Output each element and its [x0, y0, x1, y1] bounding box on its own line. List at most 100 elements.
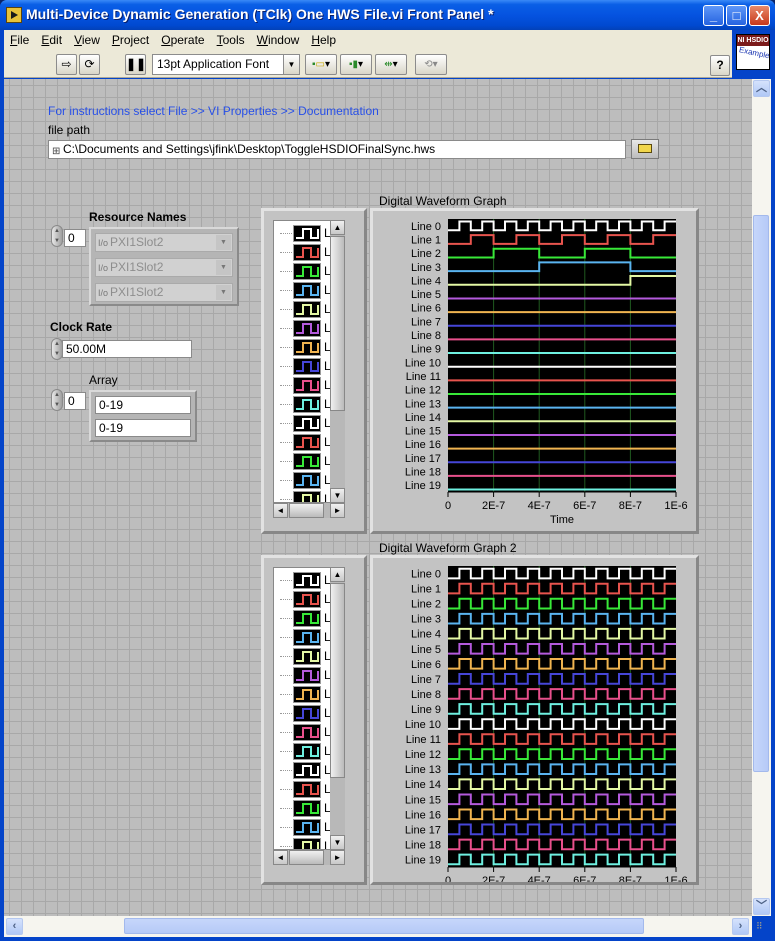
vi-connector-icon[interactable]: NI HSDIO Example: [736, 34, 770, 70]
plot-swatch-icon[interactable]: [293, 819, 321, 836]
scroll-thumb[interactable]: [330, 583, 345, 778]
waveform-line-9: [448, 703, 676, 715]
menu-project[interactable]: Project: [106, 30, 155, 47]
plot-swatch-icon[interactable]: [293, 472, 321, 489]
resource-name-select[interactable]: I/o PXI1Slot2 ▼: [95, 283, 233, 302]
scroll-thumb[interactable]: [289, 503, 324, 518]
plot-swatch-icon[interactable]: [293, 800, 321, 817]
browse-button[interactable]: [631, 139, 659, 159]
align-objects-icon[interactable]: ▪▭▾: [305, 54, 337, 75]
plot-swatch-icon[interactable]: [293, 491, 321, 502]
title-bar[interactable]: Multi-Device Dynamic Generation (TClk) O…: [0, 0, 775, 30]
menu-tools[interactable]: Tools: [211, 30, 251, 47]
scroll-right-arrow-icon[interactable]: ►: [330, 503, 345, 518]
plot-swatch-icon[interactable]: [293, 301, 321, 318]
resource-index-input[interactable]: 0: [64, 229, 86, 247]
plot-swatch-icon[interactable]: [293, 838, 321, 849]
array-index-input[interactable]: 0: [64, 392, 86, 410]
plot-swatch-icon[interactable]: [293, 610, 321, 627]
font-select[interactable]: 13pt Application Font ▼: [152, 54, 300, 75]
plot-swatch-icon[interactable]: [293, 724, 321, 741]
graph1-svg[interactable]: 0 2E-7 4E-7 6E-7 8E-7 1E-6 Time Line 0Line 1 Lin…: [373, 211, 696, 531]
resource-name-select[interactable]: I/o PXI1Slot2 ▼: [95, 233, 233, 252]
run-arrow-icon[interactable]: ⇨: [56, 54, 77, 75]
menu-edit[interactable]: Edit: [35, 30, 68, 47]
graph2-svg[interactable]: 02E-74E-76E-78E-71E-6TimeLine 0Line 1Lin…: [373, 558, 696, 901]
plot-swatch-icon[interactable]: [293, 781, 321, 798]
maximize-button[interactable]: □: [726, 5, 747, 26]
plot-swatch-icon[interactable]: [293, 244, 321, 261]
scroll-down-arrow-icon[interactable]: ▼: [330, 835, 345, 850]
plot-swatch-icon[interactable]: [293, 591, 321, 608]
graph1-panel: 0 2E-7 4E-7 6E-7 8E-7 1E-6 Time Line 0 Line 1 Lin…: [370, 208, 699, 534]
plot-swatch-icon[interactable]: [293, 415, 321, 432]
x-tick-label: 6E-7: [573, 500, 596, 512]
plot-swatch-icon[interactable]: [293, 667, 321, 684]
plot-swatch-icon[interactable]: [293, 377, 321, 394]
minimize-button[interactable]: _: [703, 5, 724, 26]
waveform-line-6: [448, 658, 676, 670]
legend-vertical-scrollbar[interactable]: ▲ ▼: [330, 220, 345, 503]
plot-swatch-icon[interactable]: [293, 648, 321, 665]
resize-grip-icon[interactable]: ⠿: [756, 921, 770, 935]
scroll-down-arrow-icon[interactable]: ﹀: [753, 898, 770, 915]
window-horizontal-scrollbar[interactable]: ‹ ›: [4, 916, 752, 937]
vertical-scroll-thumb[interactable]: [753, 215, 769, 772]
tree-connector: [280, 770, 292, 771]
scroll-left-arrow-icon[interactable]: ‹: [6, 918, 23, 935]
plot-swatch-icon[interactable]: [293, 705, 321, 722]
scroll-down-arrow-icon[interactable]: ▼: [330, 488, 345, 503]
plot-swatch-icon[interactable]: [293, 320, 321, 337]
array-index-spinner[interactable]: ▲ ▼: [51, 389, 63, 411]
array-element-input[interactable]: 0-19: [95, 396, 191, 414]
plot-swatch-icon[interactable]: [293, 339, 321, 356]
run-continuously-icon[interactable]: ⟳: [79, 54, 100, 75]
legend-horizontal-scrollbar[interactable]: ◄ ►: [273, 850, 345, 865]
menu-view[interactable]: View: [68, 30, 106, 47]
scroll-right-arrow-icon[interactable]: ›: [732, 918, 749, 935]
scroll-up-arrow-icon[interactable]: ▲: [330, 567, 345, 582]
scroll-thumb[interactable]: [330, 236, 345, 411]
scroll-up-arrow-icon[interactable]: ▲: [330, 220, 345, 235]
plot-swatch-icon[interactable]: [293, 434, 321, 451]
scroll-thumb[interactable]: [289, 850, 324, 865]
window-vertical-scrollbar[interactable]: ︿ ﹀: [752, 79, 771, 916]
plot-swatch-icon[interactable]: [293, 572, 321, 589]
plot-swatch-icon[interactable]: [293, 629, 321, 646]
legend-horizontal-scrollbar[interactable]: ◄ ►: [273, 503, 345, 518]
plot-swatch-icon[interactable]: [293, 453, 321, 470]
y-line-label: Line 17: [405, 453, 441, 465]
plot-swatch-icon[interactable]: [293, 743, 321, 760]
help-button[interactable]: ?: [710, 55, 730, 76]
resource-name-select[interactable]: I/o PXI1Slot2 ▼: [95, 258, 233, 277]
plot-area: [448, 219, 676, 492]
scroll-left-arrow-icon[interactable]: ◄: [273, 503, 288, 518]
scroll-up-arrow-icon[interactable]: ︿: [753, 80, 770, 97]
labview-vi-icon[interactable]: [6, 7, 22, 23]
plot-swatch-icon[interactable]: [293, 396, 321, 413]
reorder-icon[interactable]: ⟲▾: [415, 54, 447, 75]
file-path-input[interactable]: ⊞ C:\Documents and Settings\jfink\Deskto…: [48, 140, 626, 159]
menu-file[interactable]: File: [4, 30, 35, 47]
resize-objects-icon[interactable]: ⇹▾: [375, 54, 407, 75]
resource-index-spinner[interactable]: ▲ ▼: [51, 225, 63, 247]
plot-swatch-icon[interactable]: [293, 762, 321, 779]
plot-swatch-icon[interactable]: [293, 282, 321, 299]
plot-swatch-icon[interactable]: [293, 358, 321, 375]
plot-swatch-icon[interactable]: [293, 263, 321, 280]
plot-swatch-icon[interactable]: [293, 686, 321, 703]
close-button[interactable]: X: [749, 5, 770, 26]
menu-window[interactable]: Window: [251, 30, 306, 47]
legend-vertical-scrollbar[interactable]: ▲ ▼: [330, 567, 345, 850]
array-element-input[interactable]: 0-19: [95, 419, 191, 437]
horizontal-scroll-thumb[interactable]: [124, 918, 644, 934]
clock-rate-input[interactable]: 50.00M: [62, 340, 192, 358]
pause-icon[interactable]: ❚❚: [125, 54, 146, 75]
menu-help[interactable]: Help: [305, 30, 342, 47]
tree-connector: [280, 271, 292, 272]
scroll-left-arrow-icon[interactable]: ◄: [273, 850, 288, 865]
menu-operate[interactable]: Operate: [155, 30, 210, 47]
scroll-right-arrow-icon[interactable]: ►: [330, 850, 345, 865]
plot-swatch-icon[interactable]: [293, 225, 321, 242]
distribute-objects-icon[interactable]: ▪▮▾: [340, 54, 372, 75]
